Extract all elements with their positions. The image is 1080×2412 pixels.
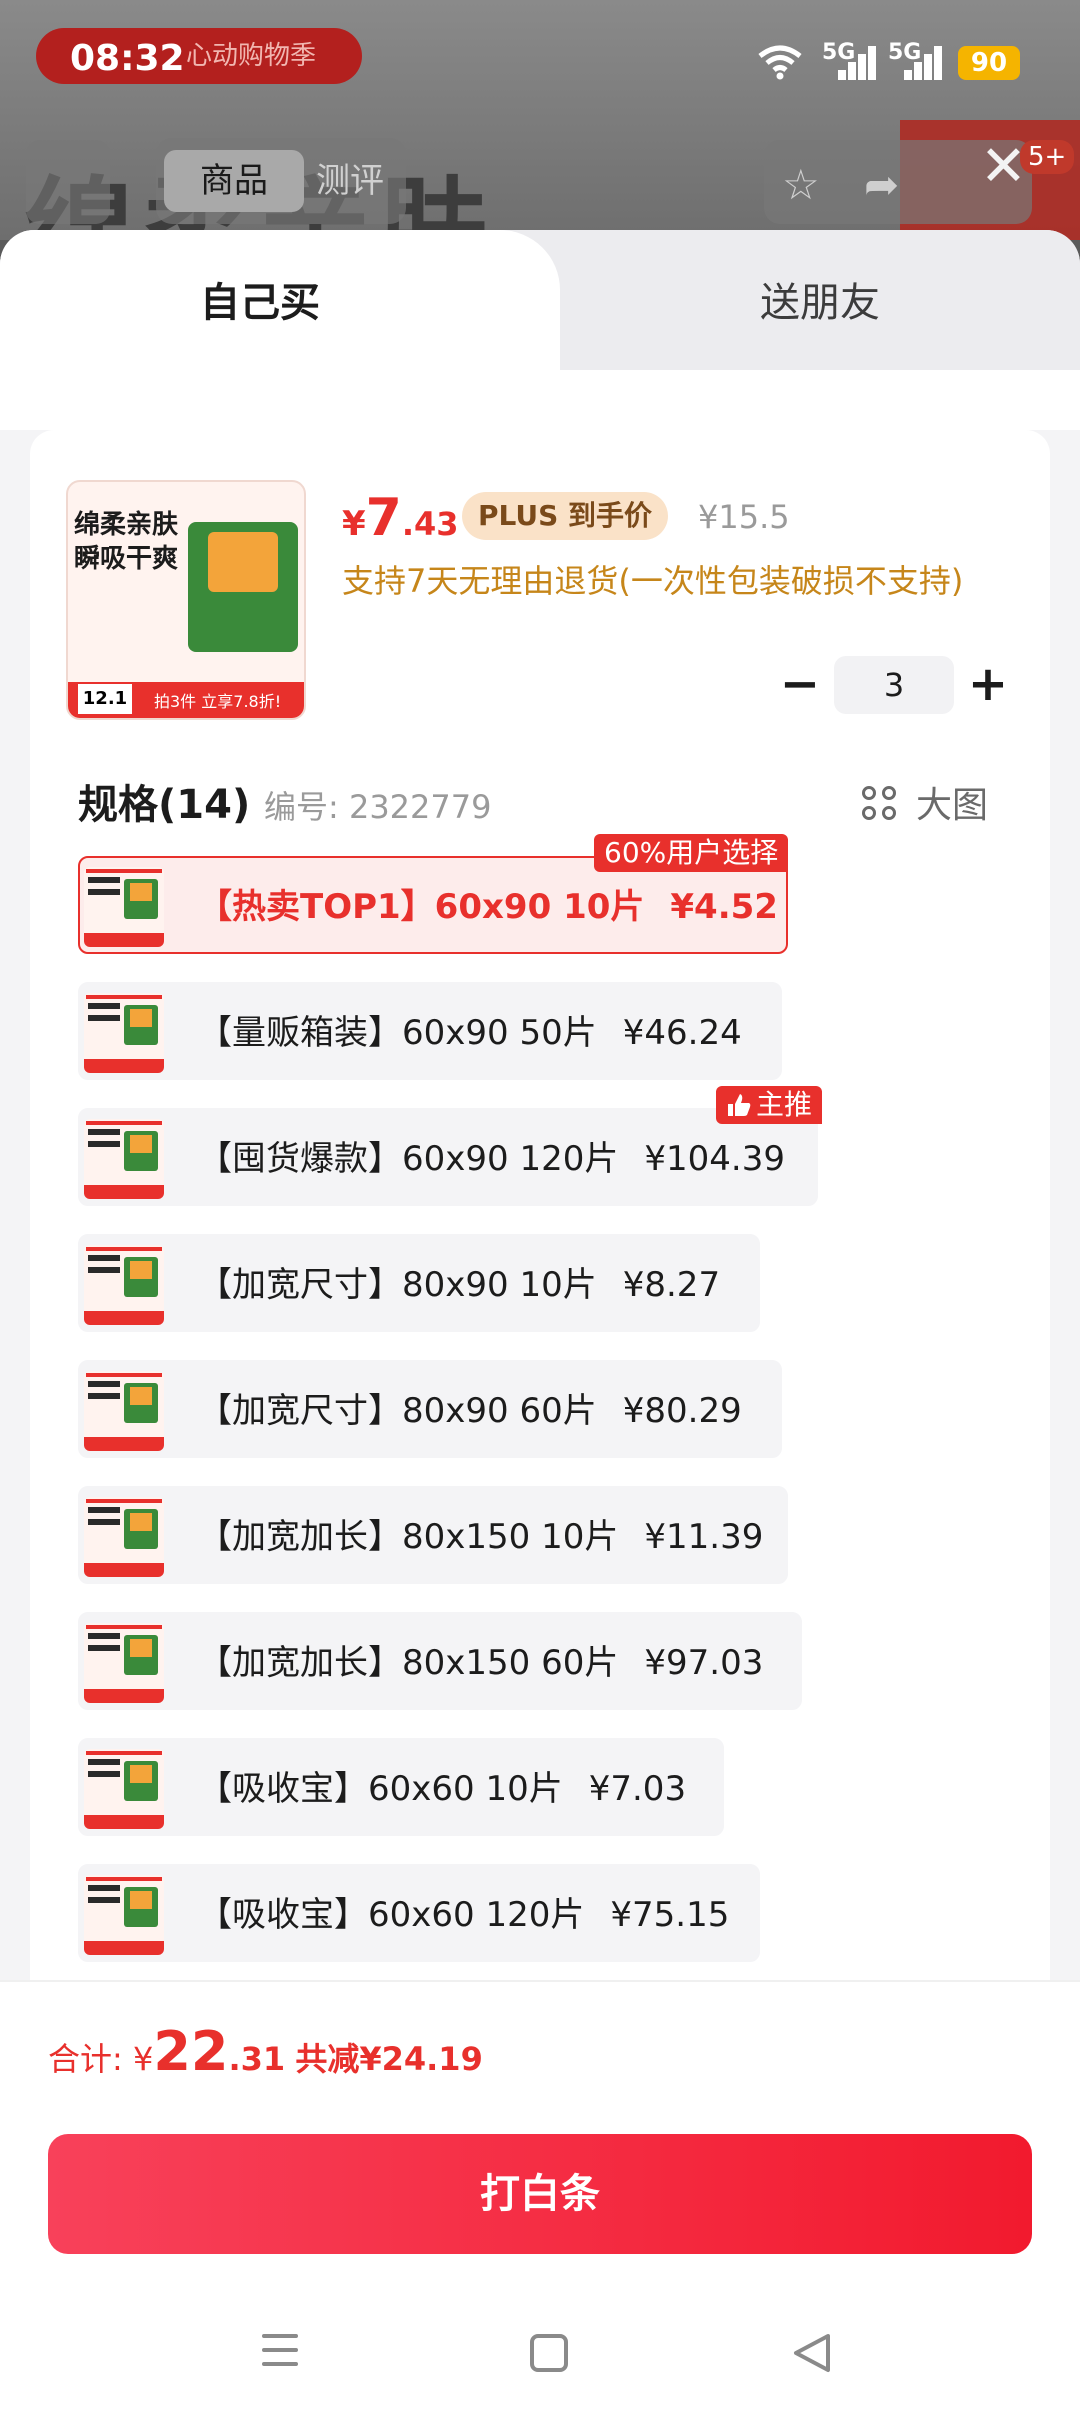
spec-option-1[interactable]: 【热卖TOP1】60x90 10片 ¥4.52 60%用户选择 xyxy=(78,834,789,954)
total-bar: 合计: ¥22.31 共减¥24.19 xyxy=(0,1980,1080,2120)
option-thumbnail xyxy=(84,1371,164,1451)
spec-option-8[interactable]: 【吸收宝】60x60 10片 ¥7.03 xyxy=(78,1738,724,1836)
menu-icon[interactable] xyxy=(262,2334,302,2370)
tab-goods: 商品 xyxy=(164,150,304,212)
pay-with-baitiao-button[interactable]: 打白条 xyxy=(48,2134,1032,2254)
option-thumbnail xyxy=(84,1749,164,1829)
option-thumbnail xyxy=(84,1875,164,1955)
spec-option-9[interactable]: 【吸收宝】60x60 120片 ¥75.15 xyxy=(78,1864,760,1962)
background-tabs: 商品 测评 xyxy=(156,138,406,224)
package-label-image xyxy=(208,532,278,592)
spec-option-4[interactable]: 【加宽尺寸】80x90 10片 ¥8.27 xyxy=(78,1234,760,1332)
cart-badge: 5+ xyxy=(1020,140,1075,174)
tab-self-label: 自己买 xyxy=(200,280,320,326)
thumbs-up-icon xyxy=(728,1094,751,1116)
option-label: 【囤货爆款】60x90 120片 ¥104.39 xyxy=(198,1139,785,1179)
back-button xyxy=(26,140,110,224)
option-thumbnail xyxy=(84,867,164,947)
status-bar: 08:32 5G 5G 90 xyxy=(0,0,1080,120)
option-label: 【热卖TOP1】60x90 10片 ¥4.52 xyxy=(198,887,778,927)
option-label: 【加宽尺寸】80x90 10片 ¥8.27 xyxy=(198,1265,721,1305)
share-icon: ➦ xyxy=(864,160,900,209)
spec-option-6[interactable]: 【加宽加长】80x150 10片 ¥11.39 xyxy=(78,1486,788,1584)
quantity-plus-button[interactable]: + xyxy=(962,658,1014,710)
tab-review: 测评 xyxy=(316,161,384,201)
option-label: 【加宽尺寸】80x90 60片 ¥80.29 xyxy=(198,1391,742,1431)
option-thumbnail xyxy=(84,1623,164,1703)
spec-option-2[interactable]: 【量贩箱装】60x90 50片 ¥46.24 xyxy=(78,982,782,1080)
option-label: 【量贩箱装】60x90 50片 ¥46.24 xyxy=(198,1013,742,1053)
signal-bars-1-icon xyxy=(830,44,878,80)
wifi-icon xyxy=(758,45,802,80)
spec-option-7[interactable]: 【加宽加长】80x150 60片 ¥97.03 xyxy=(78,1612,802,1710)
sheet-spacer xyxy=(0,370,1080,430)
thumb-offer: 拍3件 立享7.8折! xyxy=(154,692,282,711)
clock: 08:32 xyxy=(70,38,185,79)
option-label: 【加宽加长】80x150 10片 ¥11.39 xyxy=(198,1517,764,1557)
product-thumbnail[interactable]: 绵柔亲肤 瞬吸干爽 12.1 拍3件 立享7.8折! xyxy=(66,480,306,720)
option-thumbnail xyxy=(84,1245,164,1325)
spec-option-5[interactable]: 【加宽尺寸】80x90 60片 ¥80.29 xyxy=(78,1360,782,1458)
purchase-sheet: 自己买 送朋友 绵柔亲肤 瞬吸干爽 12.1 拍3件 立享7.8折! ¥7.43… xyxy=(0,230,1080,2412)
home-icon[interactable] xyxy=(530,2334,568,2372)
option-thumbnail xyxy=(84,1497,164,1577)
quantity-input[interactable]: 3 xyxy=(834,656,954,714)
option-label: 【加宽加长】80x150 60片 ¥97.03 xyxy=(198,1643,764,1683)
plus-price-badge: PLUS 到手价 xyxy=(462,492,669,540)
tab-gift-friend[interactable]: 送朋友 xyxy=(600,270,1040,328)
original-price: ¥15.5 xyxy=(698,498,790,536)
plus-price: ¥7.43 xyxy=(342,488,459,548)
popular-tag: 60%用户选择 xyxy=(594,834,789,872)
close-icon[interactable]: ✕ xyxy=(980,134,1027,199)
signal-bars-2-icon xyxy=(896,44,944,80)
spec-heading: 规格(14) xyxy=(78,782,251,828)
product-card: 绵柔亲肤 瞬吸干爽 12.1 拍3件 立享7.8折! ¥7.43 PLUS 到手… xyxy=(30,430,1050,2210)
star-icon: ☆ xyxy=(782,160,820,209)
return-policy-note: 支持7天无理由退货(一次性包装破损不支持) xyxy=(342,562,964,600)
recommended-tag: 主推 xyxy=(716,1086,823,1124)
battery-indicator: 90 xyxy=(958,46,1020,80)
big-image-toggle[interactable]: 大图 xyxy=(916,776,988,828)
option-thumbnail xyxy=(84,993,164,1073)
option-label: 【吸收宝】60x60 120片 ¥75.15 xyxy=(198,1895,730,1935)
spec-option-3[interactable]: 【囤货爆款】60x90 120片 ¥104.39 主推 xyxy=(78,1086,823,1206)
quantity-minus-button[interactable]: − xyxy=(774,658,826,710)
product-code: 编号: 2322779 xyxy=(264,788,492,826)
option-thumbnail xyxy=(84,1119,164,1199)
thumb-price: 12.1 xyxy=(78,684,132,714)
grid-view-icon[interactable] xyxy=(862,786,898,822)
option-label: 【吸收宝】60x60 10片 ¥7.03 xyxy=(198,1769,687,1809)
back-icon[interactable] xyxy=(790,2332,834,2374)
purchase-tabs: 自己买 送朋友 xyxy=(0,230,1080,400)
total-price: 合计: ¥22.31 共减¥24.19 xyxy=(48,2020,483,2083)
system-nav-bar xyxy=(0,2290,1080,2412)
